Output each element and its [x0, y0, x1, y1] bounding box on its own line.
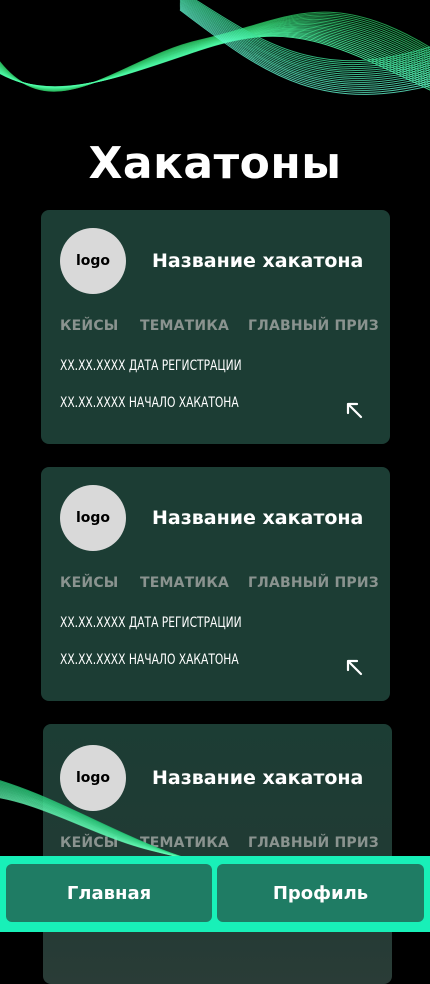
nav-profile-button[interactable]: Профиль	[217, 864, 424, 922]
start-date: XX.XX.XXXX НАЧАЛО ХАКАТОНА	[60, 652, 239, 668]
tag-cases: КЕЙСЫ	[60, 318, 119, 334]
tag-main-prize: ГЛАВНЫЙ ПРИЗ	[248, 835, 379, 851]
hackathon-title: Название хакатона	[152, 767, 364, 789]
hackathon-card[interactable]: logo Название хакатона КЕЙСЫ ТЕМАТИКА ГЛ…	[41, 210, 390, 444]
hackathon-tags: КЕЙСЫ ТЕМАТИКА ГЛАВНЫЙ ПРИЗ	[60, 318, 380, 338]
tag-cases: КЕЙСЫ	[60, 835, 119, 851]
start-date: XX.XX.XXXX НАЧАЛО ХАКАТОНА	[60, 395, 239, 411]
page-title: Хакатоны	[88, 138, 342, 189]
tag-main-prize: ГЛАВНЫЙ ПРИЗ	[248, 318, 379, 334]
hackathon-tags: КЕЙСЫ ТЕМАТИКА ГЛАВНЫЙ ПРИЗ	[60, 575, 380, 595]
arrow-up-left-icon[interactable]	[344, 657, 364, 677]
hackathon-logo: logo	[60, 228, 126, 294]
hackathon-logo: logo	[60, 745, 126, 811]
nav-home-button[interactable]: Главная	[6, 864, 212, 922]
tag-topic: ТЕМАТИКА	[140, 318, 230, 334]
hackathon-card[interactable]: logo Название хакатона КЕЙСЫ ТЕМАТИКА ГЛ…	[41, 467, 390, 701]
registration-date: XX.XX.XXXX ДАТА РЕГИСТРАЦИИ	[60, 358, 242, 374]
registration-date: XX.XX.XXXX ДАТА РЕГИСТРАЦИИ	[60, 615, 242, 631]
hackathon-tags: КЕЙСЫ ТЕМАТИКА ГЛАВНЫЙ ПРИЗ	[60, 835, 380, 855]
hackathon-card[interactable]: logo Название хакатона КЕЙСЫ ТЕМАТИКА ГЛ…	[43, 724, 392, 984]
bottom-navigation: Главная Профиль	[0, 856, 430, 932]
tag-main-prize: ГЛАВНЫЙ ПРИЗ	[248, 575, 379, 591]
tag-topic: ТЕМАТИКА	[140, 835, 230, 851]
tag-cases: КЕЙСЫ	[60, 575, 119, 591]
hackathon-title: Название хакатона	[152, 250, 364, 272]
arrow-up-left-icon[interactable]	[344, 400, 364, 420]
tag-topic: ТЕМАТИКА	[140, 575, 230, 591]
hackathon-logo: logo	[60, 485, 126, 551]
hackathon-title: Название хакатона	[152, 507, 364, 529]
